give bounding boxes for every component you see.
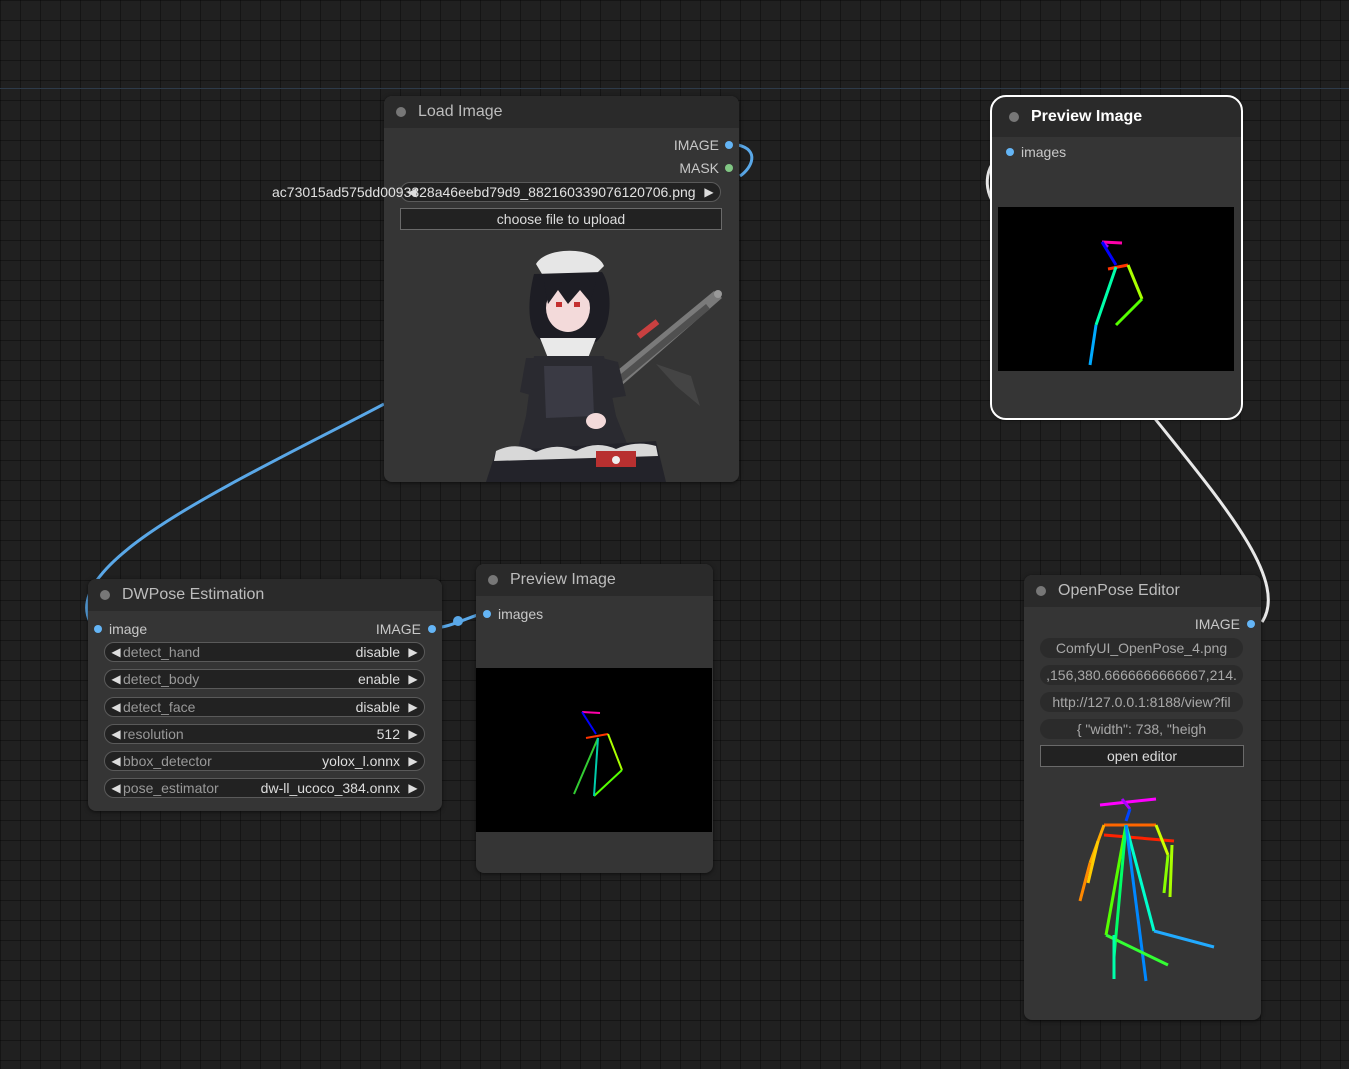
preview-image-node-mid[interactable]: Preview Image images (476, 564, 713, 873)
output-image-dot[interactable] (428, 625, 436, 633)
arrow-right-icon[interactable]: ▶ (702, 185, 716, 199)
load-image-node[interactable]: Load Image IMAGE MASK ◀ ▶ ac73015ad575dd… (272, 96, 739, 482)
load-image-title-bar[interactable]: Load Image (384, 96, 739, 128)
collapse-toggle[interactable] (396, 107, 406, 117)
input-label: images (498, 606, 544, 622)
image-filename: ac73015ad575dd0093328a46eebd79d9_8821603… (272, 184, 696, 200)
image-field[interactable]: ComfyUI_OpenPose_4.png (1040, 638, 1243, 658)
arrow-right-icon[interactable]: ▶ (406, 645, 420, 659)
pose-coordinates-field[interactable]: ,156,380.6666666666667,214. (1040, 665, 1243, 685)
arrow-right-icon[interactable]: ▶ (406, 672, 420, 686)
arrow-right-icon[interactable]: ▶ (406, 700, 420, 714)
input-label: images (1021, 144, 1067, 160)
preview-image-node-top[interactable]: Preview Image images (990, 95, 1243, 420)
dwpose-title-bar[interactable]: DWPose Estimation (88, 579, 442, 611)
output-label: IMAGE (375, 621, 421, 637)
input-image-slot[interactable]: image (94, 621, 147, 637)
open-editor-button[interactable]: open editor (1040, 745, 1244, 767)
arrow-right-icon[interactable]: ▶ (406, 781, 420, 795)
arrow-left-icon[interactable]: ◀ (109, 781, 123, 795)
node-title: Load Image (418, 103, 503, 120)
output-label: IMAGE (673, 137, 719, 153)
output-image-dot[interactable] (725, 141, 733, 149)
arrow-left-icon[interactable]: ◀ (109, 672, 123, 686)
preview-top-title-bar[interactable]: Preview Image (992, 97, 1241, 137)
input-images-slot[interactable]: images (1006, 144, 1066, 160)
collapse-toggle[interactable] (488, 575, 498, 585)
canvas-guide-line (0, 88, 1349, 89)
output-label: IMAGE (1194, 616, 1240, 632)
node-title: OpenPose Editor (1058, 582, 1180, 599)
dwpose-estimation-node[interactable]: DWPose Estimation image IMAGE ◀ detect_h… (88, 579, 442, 811)
collapse-toggle[interactable] (1009, 112, 1019, 122)
pose-skeleton-icon (1078, 797, 1215, 982)
pose-json-field[interactable]: { "width": 738, "heigh (1040, 719, 1243, 739)
pose-skeleton-icon (573, 711, 623, 797)
arrow-right-icon[interactable]: ▶ (406, 727, 420, 741)
output-image-dot[interactable] (1247, 620, 1255, 628)
node-title: DWPose Estimation (122, 586, 265, 603)
output-mask-slot[interactable]: MASK (679, 160, 733, 176)
anime-maid-character-image (486, 250, 722, 482)
arrow-right-icon[interactable]: ▶ (406, 754, 420, 768)
resolution-widget[interactable]: ◀ resolution 512 ▶ (104, 724, 425, 744)
pose-skeleton-icon (1088, 240, 1144, 366)
input-images-dot[interactable] (1006, 148, 1014, 156)
arrow-left-icon[interactable]: ◀ (109, 727, 123, 741)
detect-hand-widget[interactable]: ◀ detect_hand disable ▶ (104, 642, 425, 662)
upload-button[interactable]: choose file to upload (400, 208, 722, 230)
input-image-dot[interactable] (94, 625, 102, 633)
detect-face-widget[interactable]: ◀ detect_face disable ▶ (104, 697, 425, 717)
collapse-toggle[interactable] (100, 590, 110, 600)
pose-preview-image-mid (476, 668, 712, 832)
view-url-field[interactable]: http://127.0.0.1:8188/view?fil (1040, 692, 1243, 712)
collapse-toggle[interactable] (1036, 586, 1046, 596)
arrow-left-icon[interactable]: ◀ (109, 700, 123, 714)
pose-estimator-widget[interactable]: ◀ pose_estimator dw-ll_ucoco_384.onnx ▶ (104, 778, 425, 798)
pose-preview-image-top (998, 207, 1234, 371)
output-image-slot[interactable]: IMAGE (674, 137, 733, 153)
node-title: Preview Image (1031, 108, 1143, 125)
preview-mid-title-bar[interactable]: Preview Image (476, 564, 713, 596)
output-image-slot[interactable]: IMAGE (376, 621, 436, 637)
output-image-slot[interactable]: IMAGE (1195, 616, 1255, 632)
link-midpoint (453, 616, 463, 626)
input-images-dot[interactable] (483, 610, 491, 618)
node-title: Preview Image (510, 571, 616, 588)
link-load-mask-loop (737, 143, 754, 178)
output-label: MASK (679, 160, 719, 176)
detect-body-widget[interactable]: ◀ detect_body enable ▶ (104, 669, 425, 689)
bbox-detector-widget[interactable]: ◀ bbox_detector yolox_l.onnx ▶ (104, 751, 425, 771)
arrow-left-icon[interactable]: ◀ (109, 645, 123, 659)
input-label: image (109, 621, 148, 637)
output-mask-dot[interactable] (725, 164, 733, 172)
openpose-editor-node[interactable]: OpenPose Editor IMAGE ComfyUI_OpenPose_4… (1024, 575, 1261, 1020)
openpose-title-bar[interactable]: OpenPose Editor (1024, 575, 1261, 607)
input-images-slot[interactable]: images (483, 606, 543, 622)
arrow-left-icon[interactable]: ◀ (109, 754, 123, 768)
